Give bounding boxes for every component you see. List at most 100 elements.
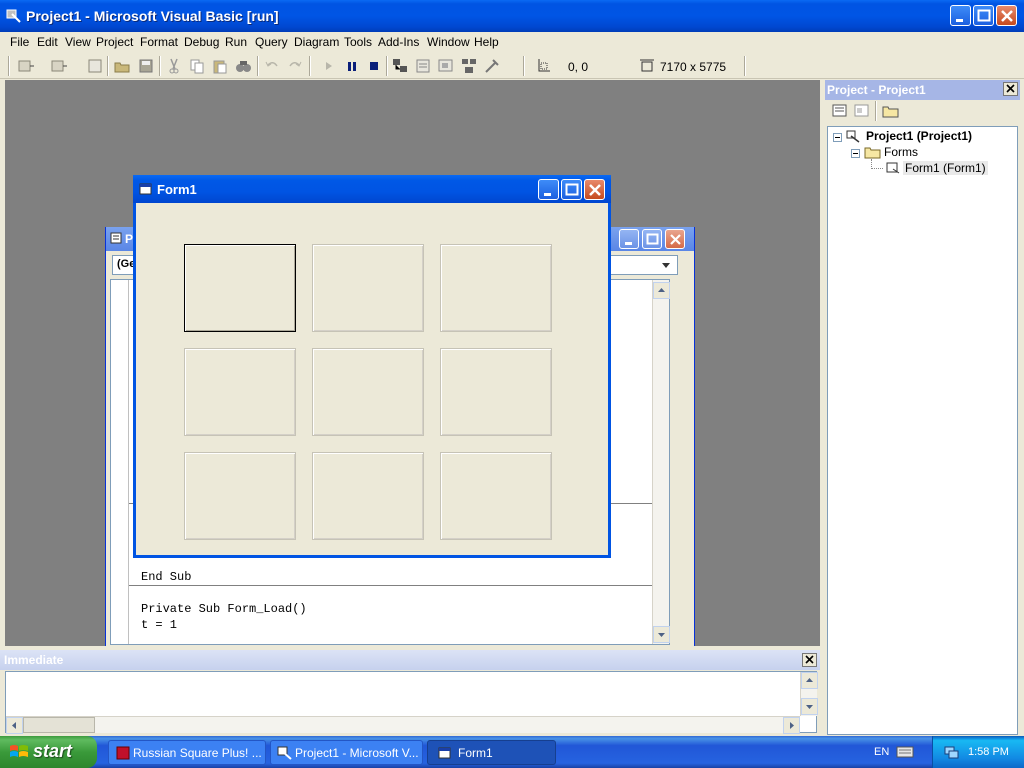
game-app-icon <box>116 746 130 760</box>
form1-title: Form1 <box>157 182 197 197</box>
network-icon[interactable] <box>943 744 959 760</box>
grid-tile-3[interactable] <box>440 244 552 332</box>
paste-icon[interactable] <box>211 57 229 75</box>
add-project-icon[interactable] <box>17 57 35 75</box>
scroll-down-button[interactable] <box>801 698 818 715</box>
save-project-icon[interactable] <box>137 57 155 75</box>
taskbar-item-form1[interactable]: Form1 <box>427 740 556 765</box>
immediate-input[interactable] <box>5 671 818 734</box>
minimize-button[interactable] <box>950 5 971 26</box>
scroll-left-button[interactable] <box>6 717 23 734</box>
grid-tile-9[interactable] <box>440 452 552 540</box>
taskbar-item-russian-square[interactable]: Russian Square Plus! ... <box>108 740 266 765</box>
redo-icon[interactable] <box>286 57 304 75</box>
menu-edit[interactable]: Edit <box>37 35 58 49</box>
undo-icon[interactable] <box>263 57 281 75</box>
language-indicator[interactable]: EN <box>874 746 889 758</box>
find-icon[interactable] <box>234 57 252 75</box>
scroll-thumb[interactable] <box>23 717 95 733</box>
taskbar-item-vb-project[interactable]: Project1 - Microsoft V... <box>270 740 423 765</box>
close-icon <box>670 234 681 245</box>
menu-help[interactable]: Help <box>474 35 499 49</box>
toggle-folders-icon[interactable] <box>881 102 901 120</box>
clock[interactable]: 1:58 PM <box>968 746 1009 758</box>
add-form-icon[interactable] <box>50 57 68 75</box>
form1-window[interactable]: Form1 <box>133 175 611 558</box>
scroll-up-button[interactable] <box>653 282 670 299</box>
tree-collapse-toggle[interactable] <box>851 149 860 158</box>
grid-tile-5[interactable] <box>312 348 424 436</box>
menu-run[interactable]: Run <box>225 35 247 49</box>
procedure-divider <box>129 585 669 586</box>
end-icon[interactable] <box>365 57 383 75</box>
copy-icon[interactable] <box>188 57 206 75</box>
tree-collapse-toggle[interactable] <box>833 133 842 142</box>
taskbar-item-label: Project1 - Microsoft V... <box>295 746 419 760</box>
properties-window-icon[interactable] <box>414 57 432 75</box>
view-object-icon[interactable] <box>852 102 872 120</box>
code-maximize-button[interactable] <box>642 229 662 249</box>
menu-project[interactable]: Project <box>96 35 133 49</box>
menu-file[interactable]: File <box>10 35 29 49</box>
menu-format[interactable]: Format <box>140 35 178 49</box>
form-icon <box>886 162 900 174</box>
grid-tile-2[interactable] <box>312 244 424 332</box>
form1-title-bar[interactable]: Form1 <box>133 175 611 203</box>
maximize-button[interactable] <box>973 5 994 26</box>
code-minimize-button[interactable] <box>619 229 639 249</box>
form1-minimize-button[interactable] <box>538 179 559 200</box>
code-gutter <box>111 280 129 644</box>
open-project-icon[interactable] <box>113 57 131 75</box>
break-icon[interactable] <box>343 57 361 75</box>
immediate-window[interactable]: Immediate <box>0 650 820 734</box>
size-readout: 7170 x 5775 <box>660 60 727 74</box>
keyboard-icon[interactable] <box>896 746 914 758</box>
start-button[interactable]: start <box>0 736 97 768</box>
tree-folder-forms[interactable]: Forms <box>884 145 918 159</box>
scroll-right-button[interactable] <box>783 717 800 734</box>
project-explorer-title-bar[interactable]: Project - Project1 <box>825 80 1020 100</box>
form-layout-icon[interactable] <box>437 57 455 75</box>
view-code-icon[interactable] <box>830 102 850 120</box>
project-explorer-close-button[interactable] <box>1003 82 1018 96</box>
immediate-vertical-scrollbar[interactable] <box>800 672 818 716</box>
grid-tile-4[interactable] <box>184 348 296 436</box>
menu-diagram[interactable]: Diagram <box>294 35 339 49</box>
cut-icon[interactable] <box>165 57 183 75</box>
grid-tile-6[interactable] <box>440 348 552 436</box>
form1-maximize-button[interactable] <box>561 179 582 200</box>
close-button[interactable] <box>996 5 1017 26</box>
tree-project-root[interactable]: Project1 (Project1) <box>866 129 972 143</box>
toolbox-icon[interactable] <box>483 57 501 75</box>
menu-view[interactable]: View <box>65 35 91 49</box>
menu-query[interactable]: Query <box>255 35 288 49</box>
toolbar-grip <box>8 56 10 76</box>
project-explorer-icon[interactable] <box>391 57 409 75</box>
menu-add-ins[interactable]: Add-Ins <box>378 35 419 49</box>
menu-editor-icon[interactable] <box>86 57 104 75</box>
menu-window[interactable]: Window <box>427 35 470 49</box>
immediate-title-bar[interactable]: Immediate <box>0 650 820 670</box>
code-line: Private Sub Form_Load() <box>141 602 307 616</box>
form-icon[interactable] <box>139 182 153 196</box>
grid-tile-7[interactable] <box>184 452 296 540</box>
project-tree[interactable]: Project1 (Project1) Forms Form1 (Form1) <box>827 126 1018 735</box>
chevron-down-icon[interactable] <box>659 258 673 272</box>
minimize-icon <box>544 193 551 196</box>
menu-debug[interactable]: Debug <box>184 35 219 49</box>
scroll-up-button[interactable] <box>801 672 818 689</box>
vb-app-icon[interactable] <box>6 8 22 24</box>
immediate-horizontal-scrollbar[interactable] <box>6 716 800 734</box>
grid-tile-8[interactable] <box>312 452 424 540</box>
grid-tile-1[interactable] <box>184 244 296 332</box>
object-browser-icon[interactable] <box>460 57 478 75</box>
immediate-close-button[interactable] <box>802 653 817 667</box>
form1-close-button[interactable] <box>584 179 605 200</box>
code-vertical-scrollbar[interactable] <box>652 280 670 644</box>
toolbar-separator <box>386 56 388 76</box>
menu-tools[interactable]: Tools <box>344 35 372 49</box>
tree-item-form1[interactable]: Form1 (Form1) <box>903 161 988 175</box>
code-close-button[interactable] <box>665 229 685 249</box>
start-icon[interactable] <box>320 57 338 75</box>
scroll-down-button[interactable] <box>653 626 670 643</box>
